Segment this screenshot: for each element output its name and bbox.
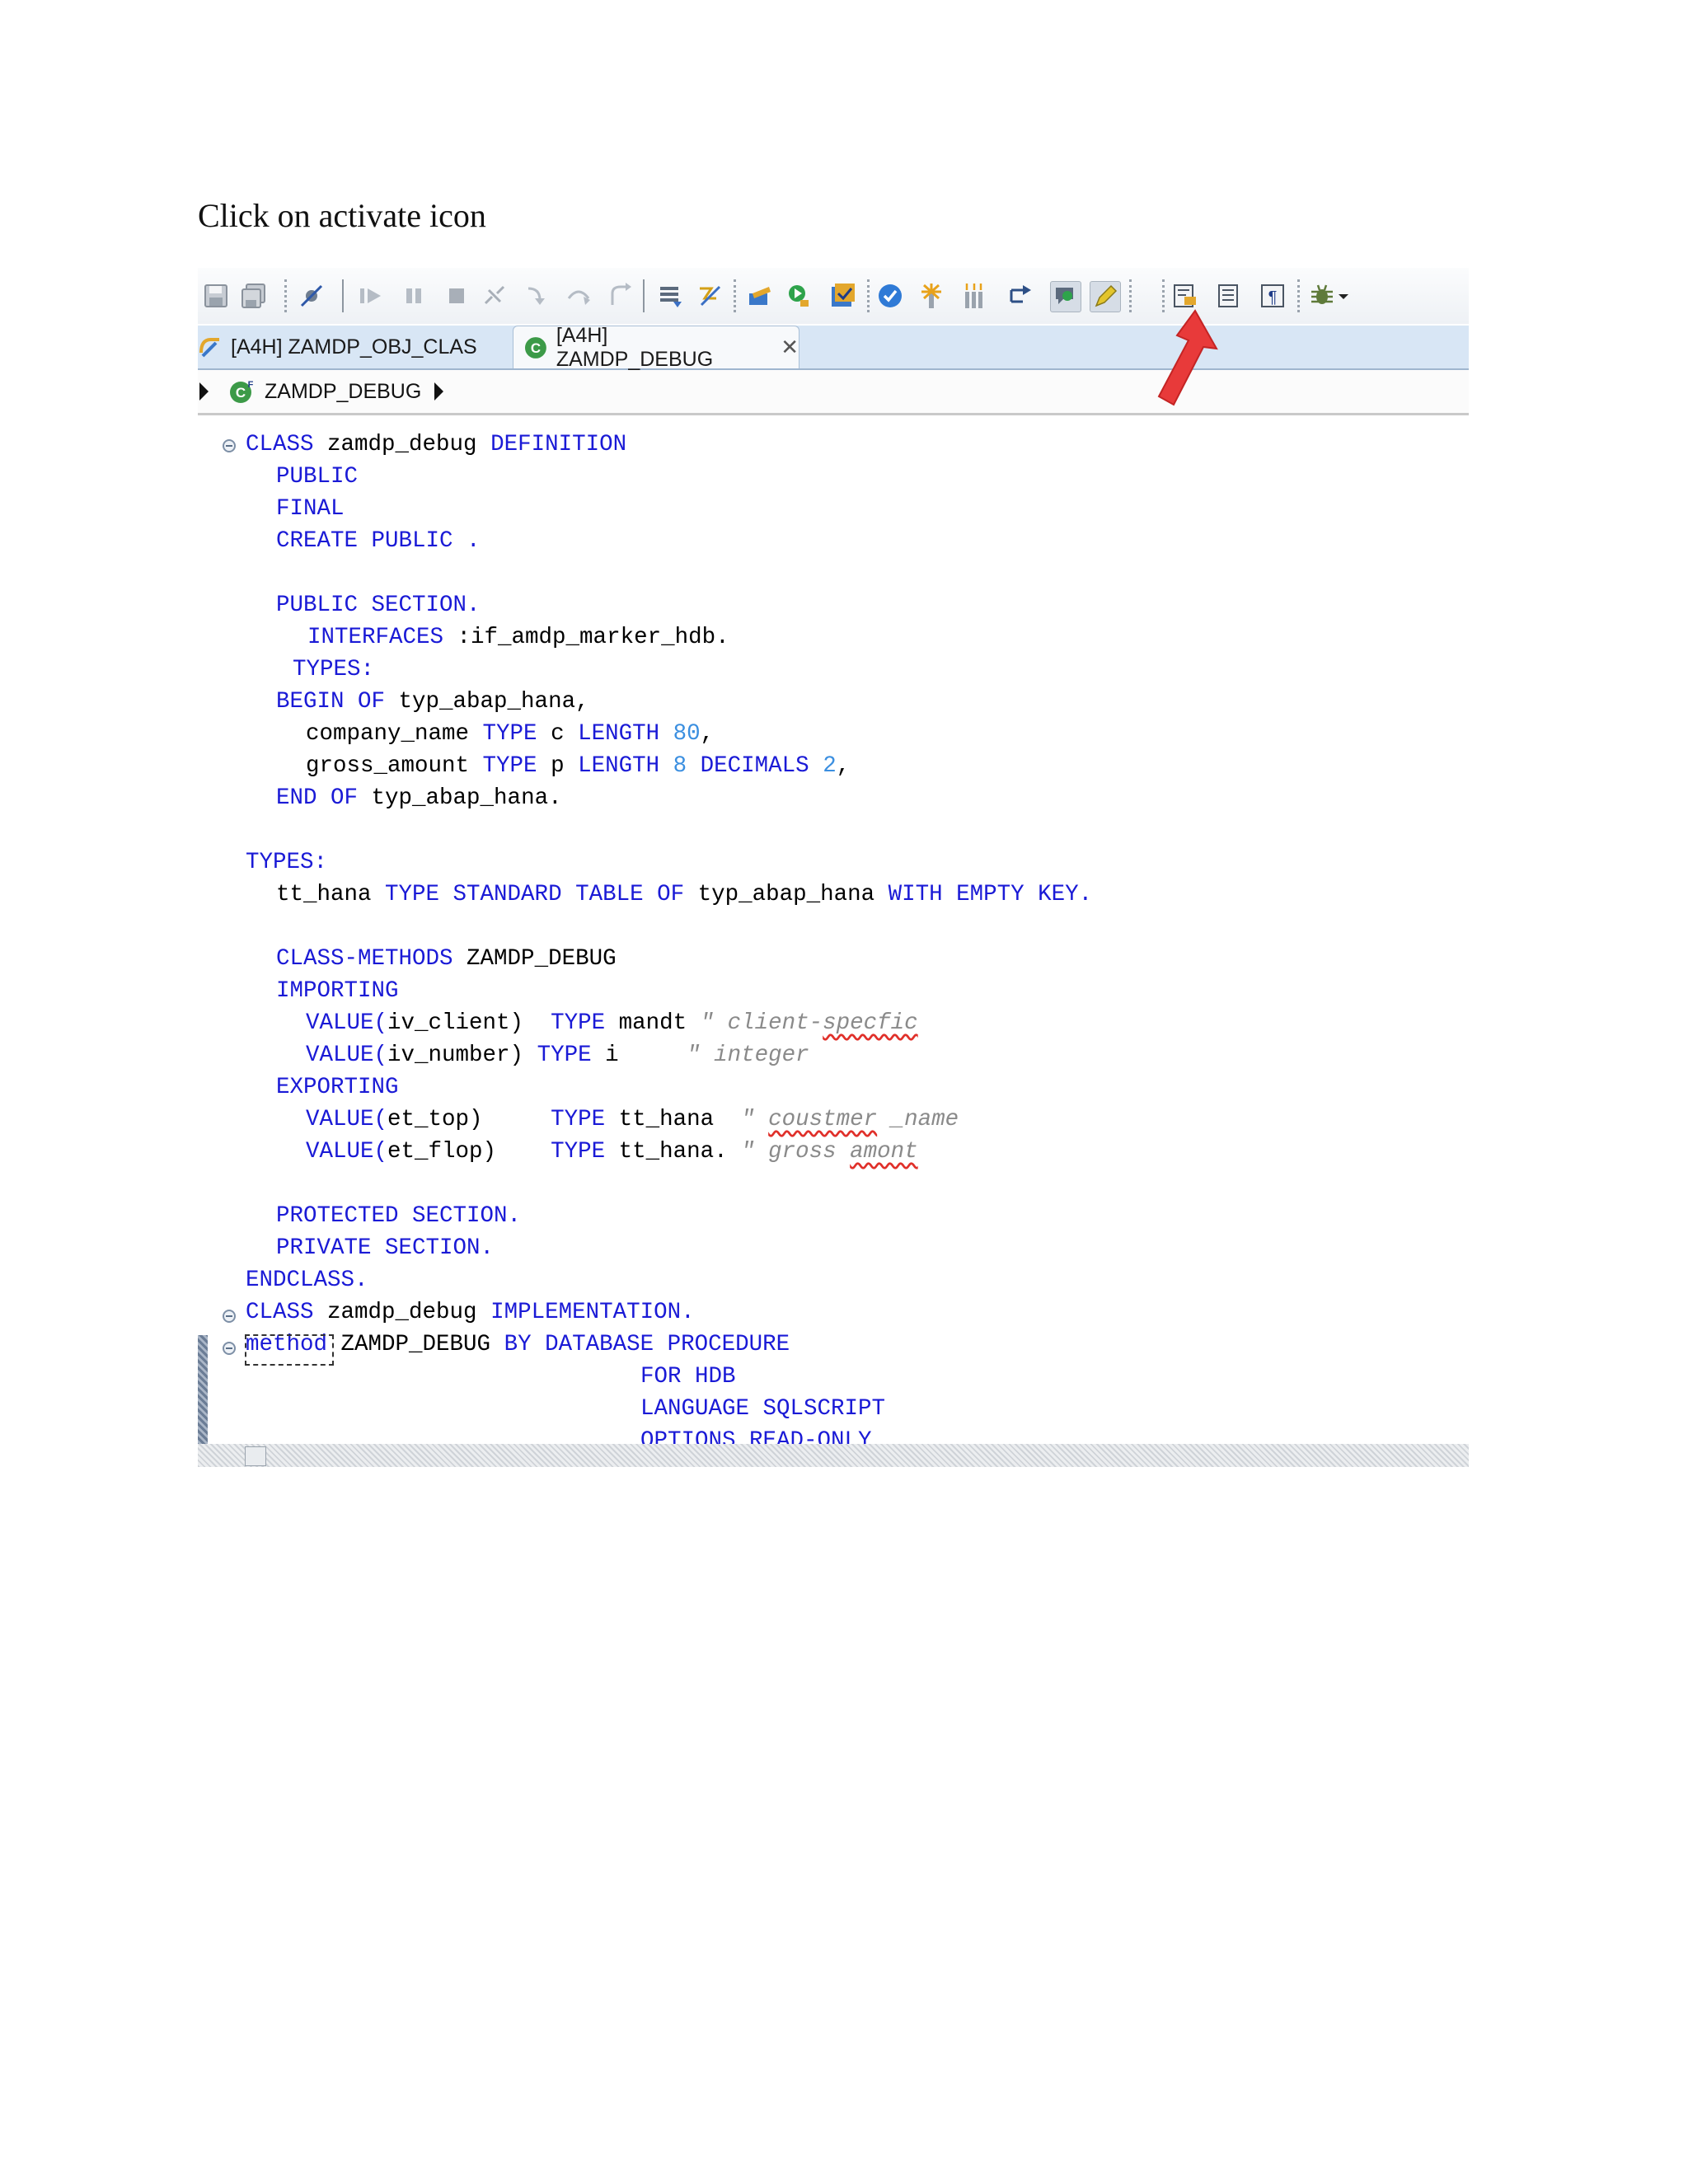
tab-zamdp-debug[interactable]: C [A4H] ZAMDP_DEBUG ✕ [513,324,799,371]
code-line: CLASS-METHODS ZAMDP_DEBUG [276,946,617,972]
suspend-icon[interactable] [399,281,429,311]
mark-occurrences-icon[interactable] [1090,281,1121,312]
step-over-icon[interactable] [564,281,593,311]
code-line: END OF typ_abap_hana. [276,785,562,811]
code-line: PROTECTED SECTION. [276,1203,522,1229]
run-icon[interactable] [785,281,814,311]
code-line: BEGIN OF typ_abap_hana, [276,689,589,715]
change-marker-bar [198,1335,208,1446]
activate-check-icon[interactable] [828,281,857,311]
class-final-icon: CF [230,380,254,403]
close-icon[interactable]: ✕ [781,335,799,360]
svg-text:C: C [236,385,246,401]
code-line: CLASS zamdp_debug DEFINITION [246,432,627,457]
drop-to-frame-icon[interactable] [656,281,686,311]
step-return-icon[interactable] [605,281,635,311]
skip-breakpoints-icon[interactable] [297,281,326,311]
format-icon[interactable] [1213,281,1243,311]
scroll-left-icon[interactable] [245,1446,266,1466]
horizontal-scrollbar[interactable] [198,1444,1469,1467]
code-line: VALUE(et_flop) TYPE tt_hana. " gross amo… [306,1139,918,1165]
code-line: VALUE(iv_client) TYPE mandt " client-spe… [306,1010,918,1036]
code-line: ENDCLASS. [246,1268,368,1293]
tab-zamdp-obj-clas[interactable]: [A4H] ZAMDP_OBJ_CLAS [198,326,495,368]
class-icon: C [524,336,546,359]
save-all-icon[interactable] [239,281,269,311]
code-line: TYPES: [293,657,375,682]
show-whitespace-icon[interactable]: ¶ [1258,281,1287,311]
fold-toggle-icon[interactable] [223,1342,236,1355]
tab-label: [A4H] ZAMDP_DEBUG [556,323,714,371]
debug-icon[interactable] [1307,281,1337,311]
save-icon[interactable] [201,281,231,311]
code-line: CREATE PUBLIC . [276,528,481,554]
check-icon[interactable] [875,281,905,311]
step-filters-icon[interactable] [696,281,725,311]
pretty-printer-icon[interactable] [1170,281,1200,311]
open-object-icon[interactable] [745,281,775,311]
code-line: VALUE(et_top) TYPE tt_hana " coustmer _n… [306,1107,959,1132]
dropdown-icon[interactable] [1335,281,1352,311]
eclipse-editor-screenshot: ¶ [A4H] ZAMDP_OBJ_CLAS C [A4H] ZAMDP_DEB… [198,268,1469,1467]
code-line: INTERFACES :if_amdp_marker_hdb. [307,625,729,650]
instruction-text: Click on activate icon [198,197,486,234]
breadcrumb: CF ZAMDP_DEBUG [198,370,1469,415]
svg-text:F: F [248,380,254,390]
code-line: OPTIONS READ-ONLY [640,1428,872,1445]
code-line: EXPORTING [276,1075,399,1100]
svg-text:¶: ¶ [1268,288,1278,307]
breadcrumb-label[interactable]: ZAMDP_DEBUG [265,380,421,404]
code-line: IMPORTING [276,978,399,1004]
code-line: FINAL [276,496,345,522]
activate-icon[interactable] [917,281,946,311]
chevron-right-icon[interactable] [199,382,209,401]
chevron-right-icon[interactable] [434,382,444,401]
tab-label: [A4H] ZAMDP_OBJ_CLAS [231,335,477,359]
toolbar: ¶ [198,268,1469,324]
editor-tab-bar: [A4H] ZAMDP_OBJ_CLAS C [A4H] ZAMDP_DEBUG… [198,324,1469,371]
code-line: CLASS zamdp_debug IMPLEMENTATION. [246,1300,695,1325]
code-line: PRIVATE SECTION. [276,1235,495,1261]
code-line: PUBLIC [276,464,359,490]
pointer-arrow-icon [1157,309,1218,406]
code-line: PUBLIC SECTION. [276,593,481,618]
code-line: VALUE(iv_number) TYPE i " integer [306,1043,809,1068]
code-line: FOR HDB [640,1364,736,1390]
disconnect-icon[interactable] [480,281,509,311]
terminate-icon[interactable] [442,281,471,311]
cursor-selection [245,1334,334,1366]
svg-text:C: C [531,340,541,355]
toggle-highlight-icon[interactable] [1050,281,1081,312]
code-line: LANGUAGE SQLSCRIPT [640,1396,886,1422]
code-line: tt_hana TYPE STANDARD TABLE OF typ_abap_… [276,882,1093,907]
code-line: company_name TYPE c LENGTH 80, [306,721,715,747]
resume-icon[interactable] [356,281,386,311]
connect-icon[interactable] [1006,281,1035,311]
step-into-icon[interactable] [523,281,552,311]
class-edit-icon [199,338,219,358]
code-line: gross_amount TYPE p LENGTH 8 DECIMALS 2, [306,753,851,779]
fold-toggle-icon[interactable] [223,439,236,452]
fold-toggle-icon[interactable] [223,1310,236,1323]
activate-all-icon[interactable] [959,281,989,311]
code-line: TYPES: [246,850,328,875]
